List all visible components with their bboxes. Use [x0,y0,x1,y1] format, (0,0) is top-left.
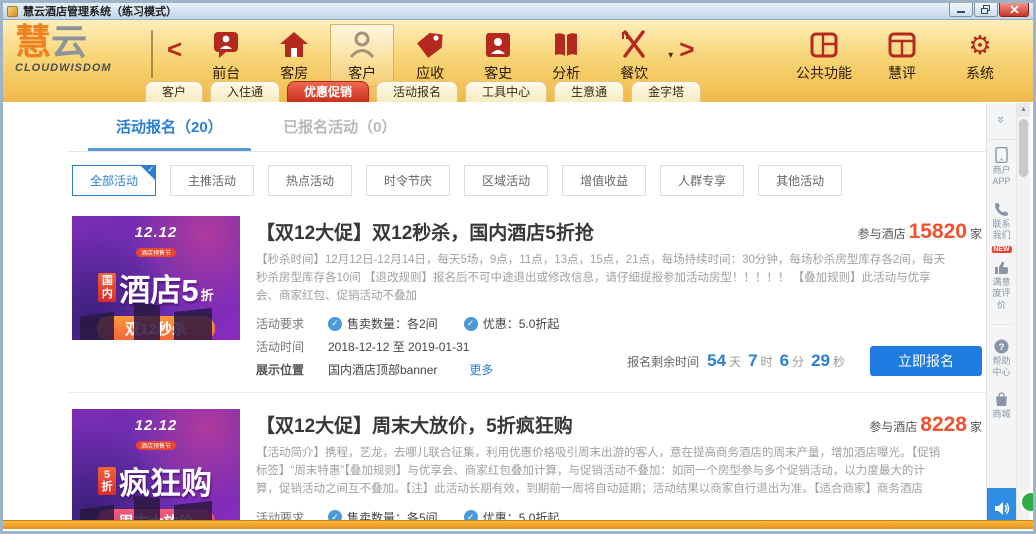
logo-cn-hui: 慧 [15,21,52,62]
tab-customer[interactable]: 客户 [145,81,204,102]
app-logo-icon [7,5,18,17]
restore-button[interactable] [974,3,998,17]
nav-item-system[interactable]: ⚙ 系统 [943,24,1017,87]
check-icon: ✓ [328,316,342,331]
tab-business[interactable]: 生意通 [554,81,625,102]
filter-other[interactable]: 其他活动 [758,165,843,196]
activity-description: 【活动简介】携程，艺龙，去哪儿联合征集，利用优惠价格吸引周末出游的客人，意在提高… [256,447,941,496]
sidebar-item-mall[interactable]: 商城 [987,385,1016,427]
chat-bubble-icon[interactable] [1020,491,1033,513]
panel-icon [888,32,916,58]
nav-item-receivables[interactable]: 应收 [398,24,462,87]
subtab-registered[interactable]: 已报名活动（0） [255,116,424,148]
subtab-bar: 活动报名（20） 已报名活动（0） [68,103,986,152]
subtab-activity-signup[interactable]: 活动报名（20） [88,116,251,151]
tab-promotions[interactable]: 优惠促销 [287,81,370,102]
app-window: 慧云酒店管理系统（练习模式） 慧云 CLOUDWISDOM < 前台 客房 客户… [0,0,1036,534]
chat-person-icon [214,32,239,58]
countdown-minutes: 6 [779,351,790,371]
restore-icon [981,5,990,14]
new-badge: NEW [991,246,1012,253]
filter-featured[interactable]: 主推活动 [170,165,255,196]
activity-card: 12.12 酒店预售节 5折 疯狂购 周末大放价 【双12大促】周末大放价，5折… [68,393,986,528]
tab-checkin[interactable]: 入住通 [210,81,281,102]
phone-icon [995,202,1008,216]
more-link[interactable]: 更多 [469,361,493,378]
sidebar-item-contact-us[interactable]: 联系我们 [987,195,1016,249]
close-button[interactable] [999,3,1029,17]
vertical-scrollbar[interactable]: ▲ [1016,103,1030,528]
nav-item-guest-history[interactable]: 客史 [466,24,530,87]
sidebar-divider [990,323,1013,332]
id-card-icon [486,33,511,57]
nav-divider [151,30,153,78]
person-icon [350,31,375,59]
cutlery-icon [622,30,645,58]
top-navbar: 慧云 CLOUDWISDOM < 前台 客房 客户 应收 客史 分析 餐饮 ▾ … [3,20,1033,102]
question-icon: ? [994,339,1009,354]
main-content: 活动报名（20） 已报名活动（0） 全部活动 ✓ 主推活动 热点活动 时令节庆 区… [6,103,986,528]
countdown-hours: 7 [748,351,758,371]
check-icon: ✓ [463,316,478,331]
nav-item-analysis[interactable]: 分析 [534,24,598,87]
shopping-bag-icon [996,392,1007,407]
filter-seasonal[interactable]: 时令节庆 [366,165,451,196]
filter-regional[interactable]: 区域活动 [464,165,549,196]
participating-hotels: 参与酒店 15820 家 [857,220,982,243]
nav-item-dining[interactable]: 餐饮 [602,24,666,87]
sidebar-item-help-center[interactable]: ? 帮助中心 [987,332,1016,386]
activity-thumbnail[interactable]: 12.12 酒店预售节 国内 酒店5 折 双12秒杀 [72,216,240,340]
panel-icon [810,32,838,58]
activity-thumbnail[interactable]: 12.12 酒店预售节 5折 疯狂购 周末大放价 [72,409,240,528]
logo-cn-yun: 云 [51,21,88,62]
minimize-icon [957,10,965,13]
house-icon [280,32,309,57]
utility-sidebar: » 商户APP 联系我们 NEW 满意度评价 ? 帮助中心 商城 [986,103,1016,528]
countdown-seconds: 29 [811,351,830,371]
scroll-up-arrow[interactable]: ▲ [1017,103,1030,117]
svg-text:?: ? [999,342,1005,353]
nav-item-huiping[interactable]: 慧评 [865,24,939,87]
nav-prev-arrow[interactable]: < [161,24,192,65]
chevron-collapse-icon: » [993,115,1009,124]
tab-pyramid[interactable]: 金字塔 [631,81,702,102]
corner-check-icon: ✓ [147,165,155,174]
close-icon [1009,5,1019,14]
title-bar: 慧云酒店管理系统（练习模式） [3,3,1033,20]
gears-icon: ⚙ [968,30,992,60]
smartphone-icon [995,147,1008,163]
thumbs-up-icon [995,261,1008,274]
minimize-button[interactable] [949,3,973,17]
apply-now-button[interactable]: 立即报名 [870,346,982,377]
bottom-highlight-bar [3,520,1033,529]
open-book-icon [555,33,578,56]
filter-all[interactable]: 全部活动 ✓ [72,165,157,196]
speaker-icon [994,501,1009,515]
sidebar-item-satisfaction[interactable]: NEW 满意度评价 [987,246,1016,318]
participating-hotels: 参与酒店 8228 家 [869,413,982,437]
nav-next-arrow[interactable]: > [673,24,704,65]
module-tabs: 客户 入住通 优惠促销 活动报名 工具中心 生意通 金字塔 [145,81,702,102]
window-controls [949,3,1029,17]
nav-item-rooms[interactable]: 客房 [262,24,326,87]
nav-item-public-functions[interactable]: 公共功能 [787,24,861,87]
countdown-days: 54 [707,351,727,371]
filter-value-added[interactable]: 增值收益 [562,165,647,196]
brand-logo: 慧云 CLOUDWISDOM [3,24,151,74]
price-tag-icon [417,32,443,58]
sidebar-collapse-button[interactable]: » [987,103,1016,140]
nav-item-frontdesk[interactable]: 前台 [194,24,258,87]
filter-audience[interactable]: 人群专享 [660,165,745,196]
tab-tool-center[interactable]: 工具中心 [465,81,548,102]
window-title: 慧云酒店管理系统（练习模式） [23,6,177,18]
tab-activity-signup[interactable]: 活动报名 [376,81,459,102]
activity-description: 【秒杀时间】12月12日-12月14日，每天5场，9点，11点，13点，15点，… [256,254,946,302]
sidebar-item-merchant-app[interactable]: 商户APP [987,140,1016,195]
filter-bar: 全部活动 ✓ 主推活动 热点活动 时令节庆 区域活动 增值收益 人群专享 其他活动 [72,165,986,196]
activity-card: 12.12 酒店预售节 国内 酒店5 折 双12秒杀 【双12大促】双12秒杀，… [68,200,986,394]
nav-item-customers[interactable]: 客户 [330,24,395,87]
logo-en: CLOUDWISDOM [15,62,112,74]
scrollbar-thumb[interactable] [1019,119,1028,177]
filter-hot[interactable]: 热点活动 [268,165,353,196]
